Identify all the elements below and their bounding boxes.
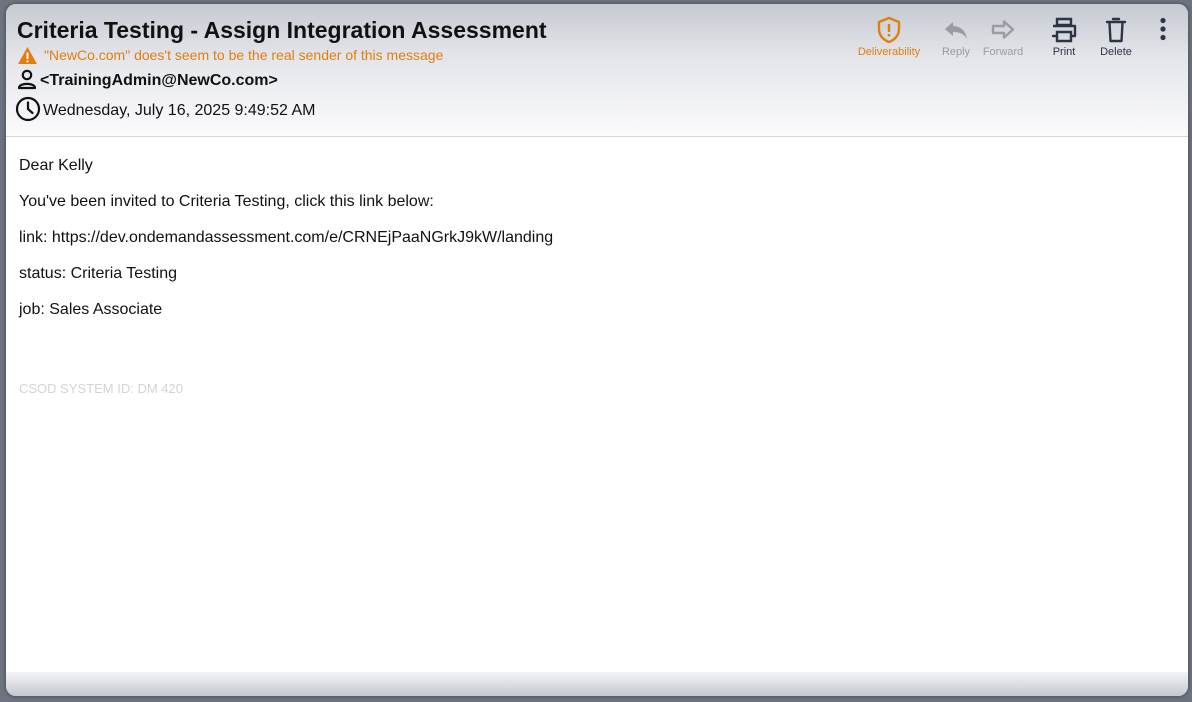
forward-arrow-icon (989, 16, 1017, 44)
email-date: Wednesday, July 16, 2025 9:49:52 AM (43, 102, 316, 119)
more-vertical-icon (1159, 17, 1167, 46)
job-text: job: Sales Associate (19, 301, 163, 318)
print-label: Print (1052, 46, 1076, 58)
sender-warning-text: "NewCo.com" does't seem to be the real s… (44, 47, 444, 63)
email-body: Dear Kelly You've been invited to Criter… (19, 156, 1169, 336)
email-subject: Criteria Testing - Assign Integration As… (17, 17, 547, 43)
more-options-button[interactable] (1154, 17, 1172, 46)
window-footer (6, 672, 1188, 696)
deliverability-button[interactable]: Deliverability (854, 16, 924, 62)
forward-label: Forward (982, 46, 1024, 58)
sender-row: <TrainingAdmin@NewCo.com> (16, 68, 278, 94)
email-header: Criteria Testing - Assign Integration As… (6, 4, 1188, 137)
sender-address[interactable]: <TrainingAdmin@NewCo.com> (40, 72, 278, 90)
clock-icon (15, 96, 41, 127)
printer-icon (1050, 16, 1078, 44)
deliverability-label: Deliverability (857, 46, 921, 58)
greeting-text: Dear Kelly (19, 157, 93, 174)
warning-triangle-icon (17, 46, 38, 65)
date-row: Wednesday, July 16, 2025 9:49:52 AM (15, 96, 316, 127)
sender-warning: "NewCo.com" does't seem to be the real s… (17, 45, 443, 65)
system-id-text: CSOD SYSTEM ID: DM 420 (19, 381, 183, 396)
trash-icon (1102, 16, 1130, 44)
reply-label: Reply (941, 46, 971, 58)
delete-label: Delete (1100, 46, 1132, 58)
shield-exclamation-icon (876, 16, 902, 44)
reply-arrow-icon (942, 16, 970, 44)
person-icon (16, 68, 38, 95)
email-window: Criteria Testing - Assign Integration As… (6, 4, 1188, 696)
forward-button[interactable]: Forward (968, 16, 1038, 62)
link-text[interactable]: link: https://dev.ondemandassessment.com… (19, 228, 1169, 248)
delete-button[interactable]: Delete (1081, 16, 1151, 62)
status-text: status: Criteria Testing (19, 265, 177, 282)
invite-text: You've been invited to Criteria Testing,… (19, 193, 434, 210)
